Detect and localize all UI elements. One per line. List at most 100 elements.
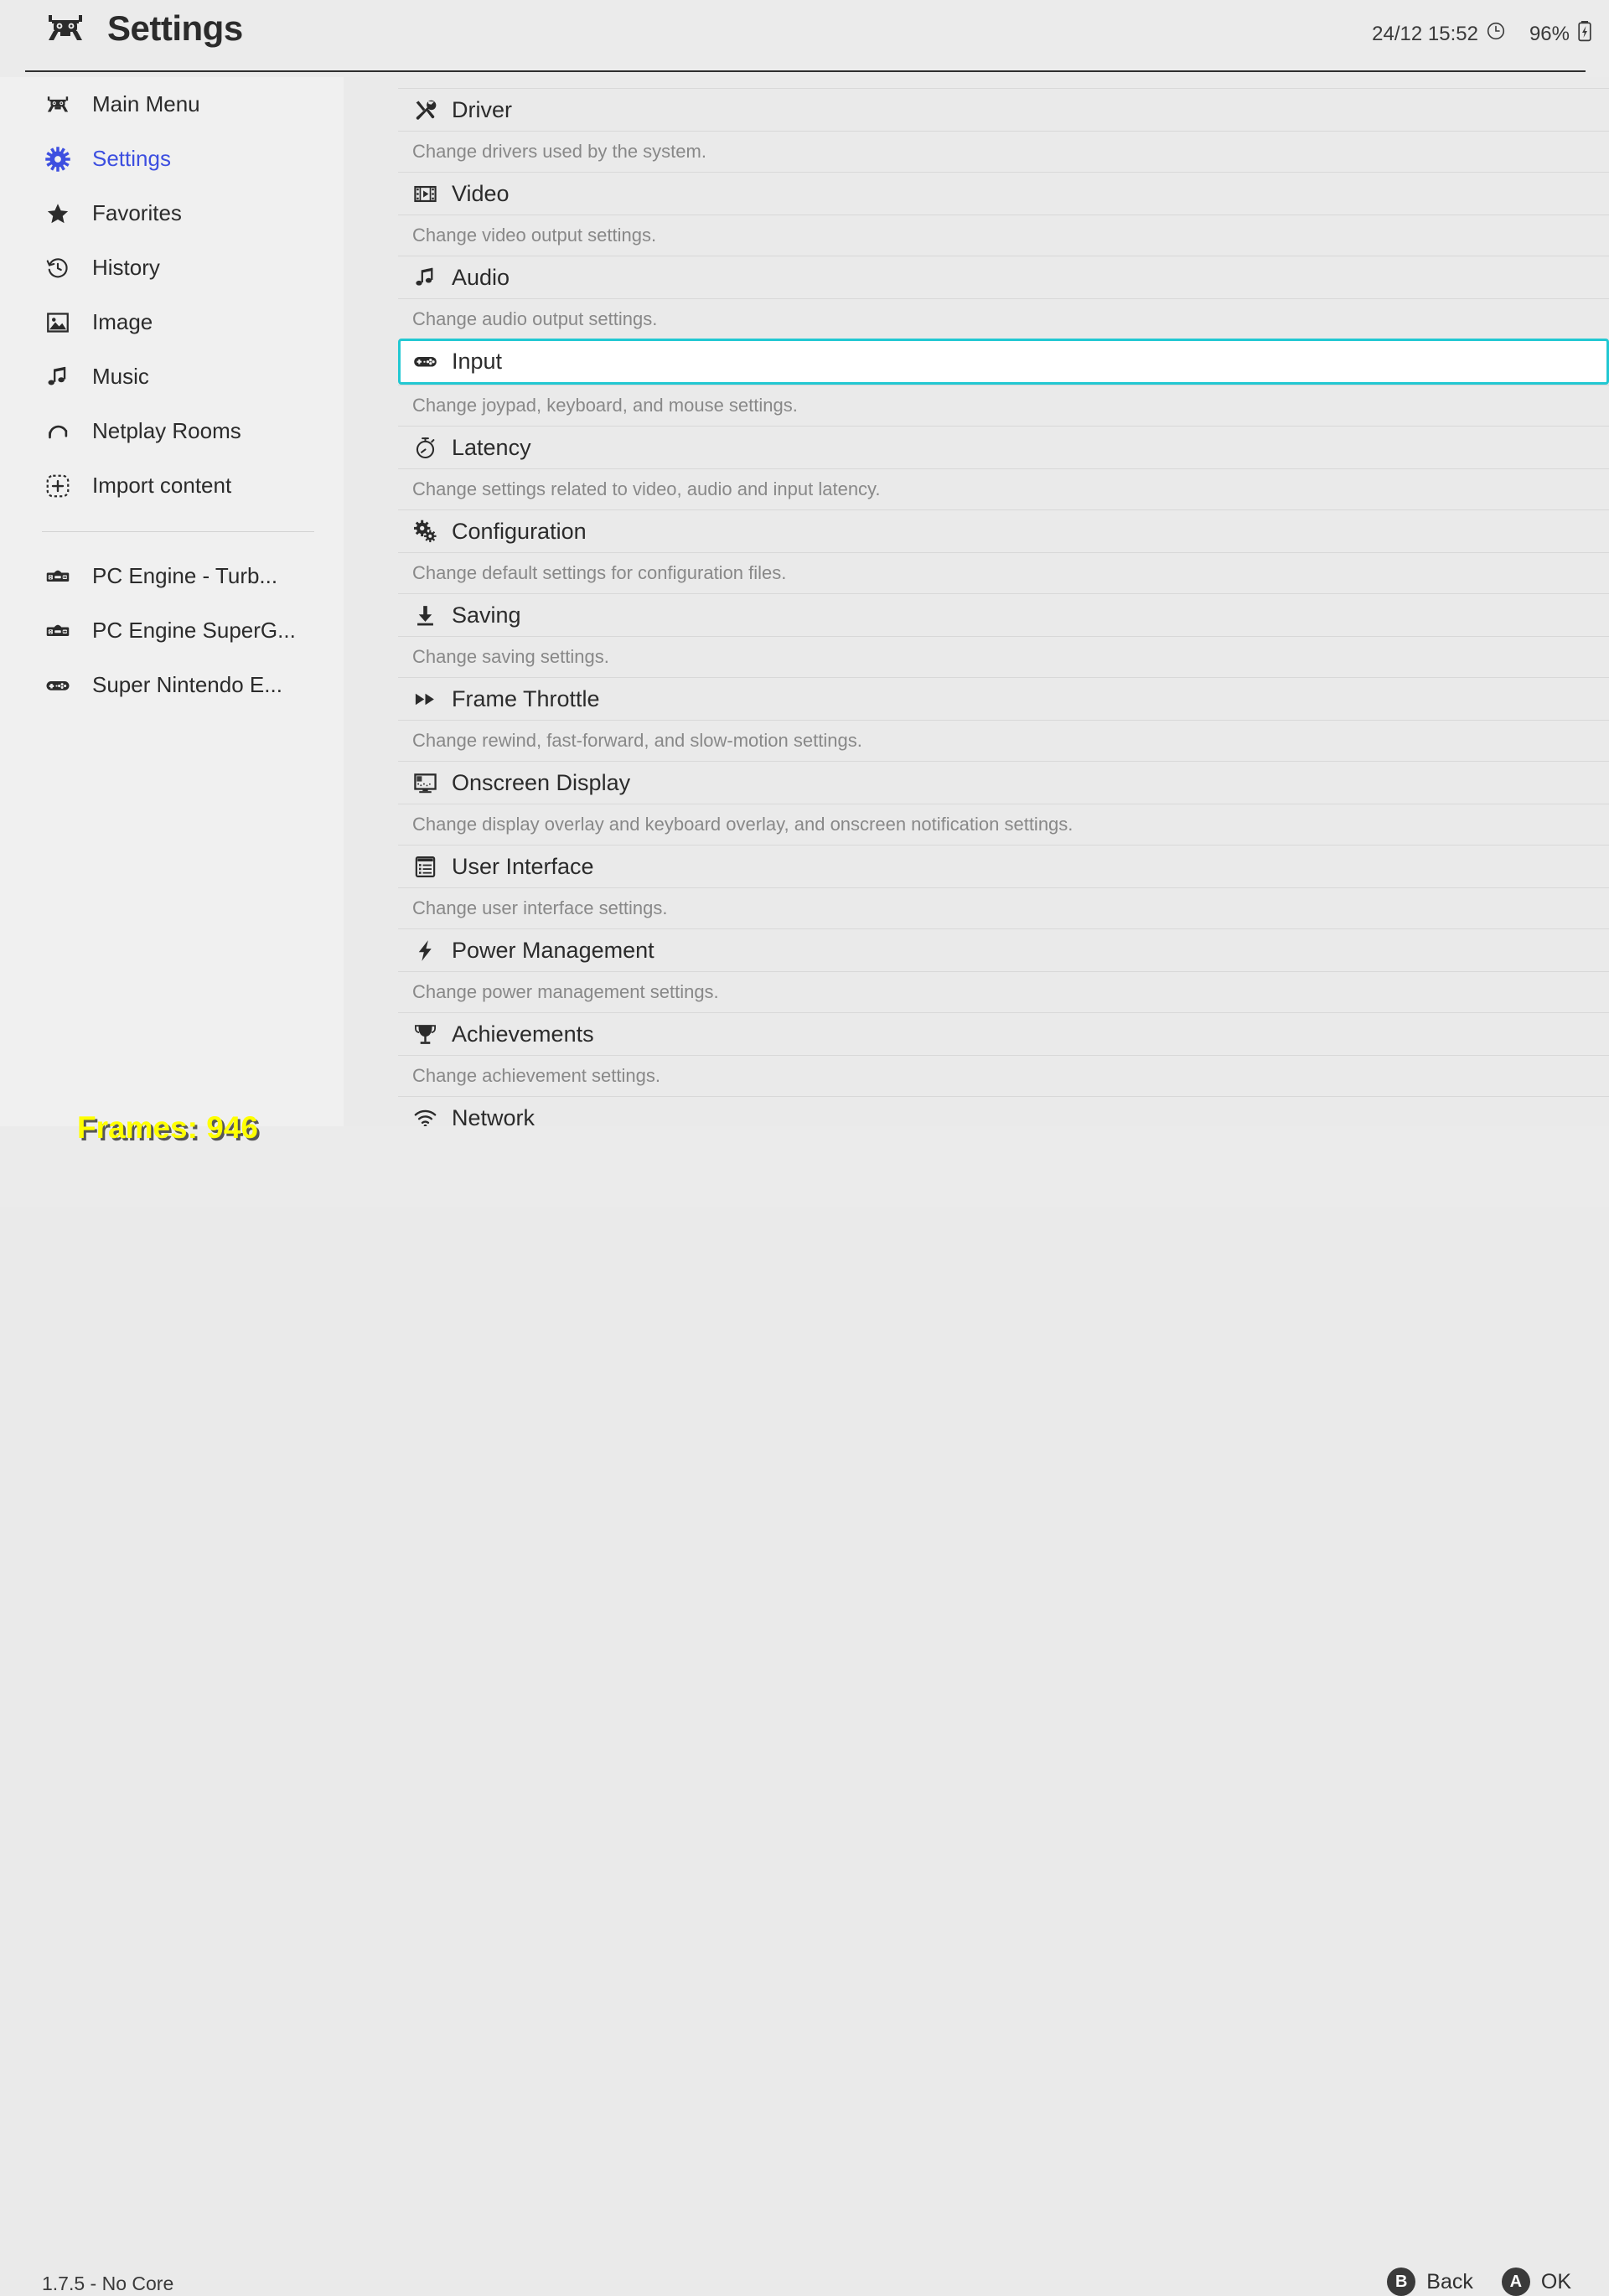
settings-entry-power-management[interactable]: Power Management — [398, 928, 1609, 971]
header-bar: Settings 24/12 15:52 96% — [0, 0, 1609, 77]
settings-entry-audio[interactable]: Audio — [398, 256, 1609, 298]
list-panel-icon — [412, 854, 437, 879]
settings-entry-onscreen-display[interactable]: Onscreen Display — [398, 761, 1609, 804]
tools-icon — [412, 97, 437, 122]
clock-icon — [1486, 21, 1506, 47]
settings-entry-label: Video — [452, 180, 510, 206]
music-note-icon — [412, 265, 437, 290]
settings-entry-sublabel: Change audio output settings. — [398, 298, 1609, 339]
settings-entry-title-row[interactable]: Input — [398, 339, 1609, 385]
settings-entry-network[interactable]: Network — [398, 1096, 1609, 1126]
sidebar-item-main-menu[interactable]: Main Menu — [0, 77, 344, 132]
settings-entry-label: Power Management — [452, 937, 654, 963]
footer-action-back[interactable]: B Back — [1387, 2268, 1473, 2296]
settings-entry-title-row[interactable]: Onscreen Display — [398, 761, 1609, 804]
sidebar-item-import-content[interactable]: Import content — [0, 458, 344, 513]
sidebar-item-label: Favorites — [92, 200, 182, 225]
snes-gamepad-icon — [44, 671, 72, 700]
datetime-label: 24/12 15:52 — [1372, 22, 1478, 45]
settings-entry-frame-throttle[interactable]: Frame Throttle — [398, 677, 1609, 720]
sidebar-item-label: Music — [92, 364, 149, 389]
settings-entry-sublabel: Change saving settings. — [398, 636, 1609, 677]
settings-entry-title-row[interactable]: Audio — [398, 256, 1609, 298]
settings-entry-sublabel: Change rewind, fast-forward, and slow-mo… — [398, 720, 1609, 761]
sidebar-item-settings[interactable]: Settings — [0, 132, 344, 186]
settings-entry-title-row[interactable]: User Interface — [398, 845, 1609, 887]
settings-entry-title-row[interactable]: Latency — [398, 426, 1609, 468]
settings-entry-sublabel: Change joypad, keyboard, and mouse setti… — [398, 385, 1609, 426]
stopwatch-icon — [412, 435, 437, 460]
settings-entry-title-row[interactable]: Saving — [398, 593, 1609, 636]
footer-actions: B Back A OK — [1387, 2268, 1571, 2296]
sidebar-item-image[interactable]: Image — [0, 295, 344, 349]
sidebar-item-history[interactable]: History — [0, 240, 344, 295]
clock-status: 24/12 15:52 — [1372, 21, 1506, 47]
pc-engine-console-icon — [44, 562, 72, 591]
settings-entry-title-row[interactable]: Driver — [398, 88, 1609, 131]
settings-list: Driver Change drivers used by the system.… — [398, 88, 1609, 1126]
image-icon — [44, 308, 72, 337]
footer-action-label: OK — [1540, 2269, 1571, 2293]
sidebar-item-label: Settings — [92, 146, 171, 171]
footer-action-label: Back — [1426, 2269, 1473, 2293]
settings-entry-label: Driver — [452, 96, 512, 122]
sidebar-item-netplay-rooms[interactable]: Netplay Rooms — [0, 404, 344, 458]
sidebar-item-label: Netplay Rooms — [92, 418, 241, 443]
sidebar-playlist-item[interactable]: PC Engine SuperG... — [0, 603, 344, 658]
header-title-group: Settings — [42, 10, 243, 47]
pc-engine-console-icon — [44, 617, 72, 645]
gears-icon — [412, 519, 437, 544]
settings-entry-title-row[interactable]: Network — [398, 1096, 1609, 1126]
film-strip-icon — [412, 181, 437, 206]
trophy-icon — [412, 1021, 437, 1047]
settings-entry-sublabel: Change display overlay and keyboard over… — [398, 804, 1609, 845]
settings-entry-label: Input — [452, 349, 503, 374]
settings-entry-label: Saving — [452, 602, 521, 628]
version-label: 1.7.5 - No Core — [42, 2273, 174, 2294]
settings-entry-title-row[interactable]: Configuration — [398, 509, 1609, 552]
star-icon — [44, 199, 72, 228]
settings-entry-label: Configuration — [452, 518, 587, 544]
settings-entry-achievements[interactable]: Achievements — [398, 1012, 1609, 1055]
sidebar-playlist-item[interactable]: PC Engine - Turb... — [0, 549, 344, 603]
button-badge-a-icon: A — [1501, 2268, 1530, 2296]
sidebar-item-favorites[interactable]: Favorites — [0, 186, 344, 240]
monitor-icon — [412, 770, 437, 795]
settings-entry-label: Network — [452, 1104, 535, 1127]
settings-entry-input[interactable]: Input — [398, 339, 1609, 385]
settings-entry-title-row[interactable]: Frame Throttle — [398, 677, 1609, 720]
settings-entry-saving[interactable]: Saving — [398, 593, 1609, 636]
settings-entry-sublabel: Change settings related to video, audio … — [398, 468, 1609, 509]
battery-charging-icon — [1577, 20, 1592, 48]
settings-entry-latency[interactable]: Latency — [398, 426, 1609, 468]
sidebar-item-label: Main Menu — [92, 91, 200, 116]
settings-entry-sublabel: Change power management settings. — [398, 971, 1609, 1012]
plus-dashed-icon — [44, 472, 72, 500]
header-status-group: 24/12 15:52 96% — [1372, 20, 1592, 48]
wifi-icon — [412, 1105, 437, 1126]
settings-entry-label: Onscreen Display — [452, 769, 631, 795]
settings-entry-configuration[interactable]: Configuration — [398, 509, 1609, 552]
sidebar-item-music[interactable]: Music — [0, 349, 344, 404]
settings-entry-user-interface[interactable]: User Interface — [398, 845, 1609, 887]
sidebar-playlist-item[interactable]: Super Nintendo E... — [0, 658, 344, 712]
music-note-icon — [44, 363, 72, 391]
settings-entry-title-row[interactable]: Video — [398, 172, 1609, 215]
settings-entry-title-row[interactable]: Power Management — [398, 928, 1609, 971]
settings-entry-driver[interactable]: Driver — [398, 88, 1609, 131]
settings-entry-title-row[interactable]: Achievements — [398, 1012, 1609, 1055]
retroarch-logo-icon — [42, 10, 89, 47]
fast-forward-icon — [412, 686, 437, 711]
sidebar-item-label: Image — [92, 309, 153, 334]
sidebar: Main Menu Settings Favorites History Image Mu… — [0, 77, 344, 1126]
settings-entry-video[interactable]: Video — [398, 172, 1609, 215]
footer-action-ok[interactable]: A OK — [1501, 2268, 1571, 2296]
settings-entry-sublabel: Change video output settings. — [398, 215, 1609, 256]
settings-entry-label: User Interface — [452, 853, 594, 879]
sidebar-item-label: History — [92, 255, 160, 280]
settings-entry-sublabel: Change user interface settings. — [398, 887, 1609, 928]
settings-content-panel: Driver Change drivers used by the system.… — [344, 77, 1609, 1126]
settings-entry-label: Achievements — [452, 1021, 594, 1047]
settings-entry-sublabel: Change drivers used by the system. — [398, 131, 1609, 172]
battery-status: 96% — [1529, 20, 1592, 48]
